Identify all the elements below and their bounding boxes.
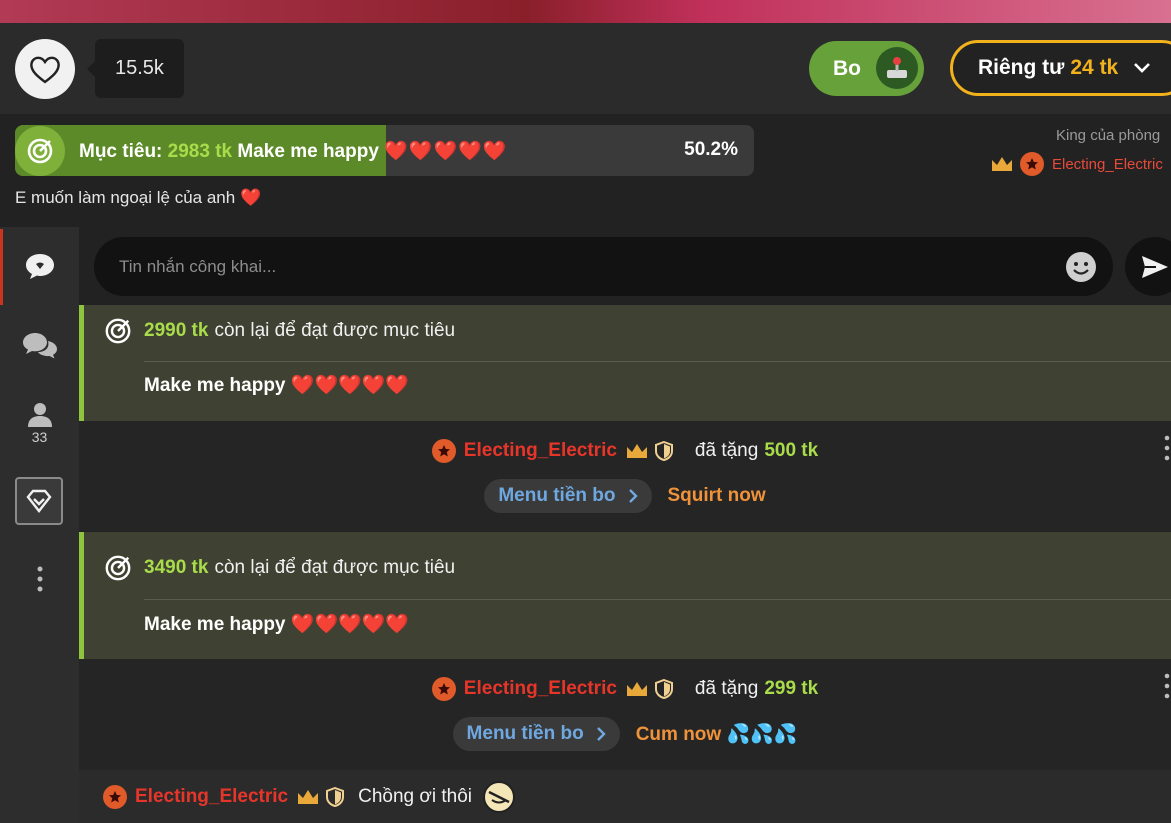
viewers-count: 33 [31, 429, 48, 445]
tipper-username[interactable]: Electing_Electric [464, 678, 617, 700]
gift-diamond-icon [25, 489, 53, 513]
divider [144, 599, 1171, 600]
emoji-icon[interactable] [1065, 251, 1097, 283]
tipper-username[interactable]: Electing_Electric [464, 440, 617, 462]
crown-icon [990, 155, 1014, 173]
sidebar-item-chat[interactable] [0, 241, 79, 291]
shield-icon [654, 441, 673, 461]
goal-percent: 50.2% [684, 139, 738, 160]
sidebar-item-gifts[interactable] [15, 477, 63, 525]
tip-menu-label: Menu tiền bo [498, 485, 616, 506]
private-show-button[interactable]: Riêng tư 24 tk [950, 40, 1171, 96]
shield-icon [326, 786, 345, 807]
target-icon [104, 317, 132, 345]
more-icon[interactable] [1163, 673, 1171, 699]
app-root: 15.5k Bo Riêng tư 24 tk Mục tiêu: 2983 t… [0, 0, 1171, 823]
goal-message-hearts: ❤️❤️❤️❤️❤️ [290, 375, 410, 396]
like-count: 15.5k [87, 39, 184, 98]
goal-message-text: Make me happy [144, 375, 286, 396]
more-icon[interactable] [1163, 435, 1171, 461]
crown-icon [625, 680, 649, 698]
sidebar-more-button[interactable] [0, 564, 79, 594]
tip-gave-text: đã tặng [694, 440, 759, 461]
chevron-down-icon [1132, 61, 1152, 75]
goal-remaining-amount: 2990 tk [144, 320, 209, 341]
goal-subtitle: E muốn làm ngoại lệ của anh ❤️ [15, 188, 261, 208]
user-icon [27, 401, 53, 427]
shield-icon [654, 679, 673, 699]
private-label: Riêng tư [978, 56, 1065, 79]
chat-message-text: Chồng ơi thôi [358, 785, 472, 807]
target-icon [15, 125, 65, 176]
tip-menu-button[interactable]: Menu tiền bo [484, 479, 652, 513]
goal-message-hearts: ❤️❤️❤️❤️❤️ [290, 614, 410, 635]
tip-menu-button[interactable]: Menu tiền bo [452, 717, 620, 751]
chats-icon [21, 330, 59, 360]
private-price: 24 tk [1070, 56, 1119, 79]
crown-icon [625, 442, 649, 460]
goal-message: 2990 tk còn lại để đạt được mục tiêu Mak… [79, 305, 1171, 421]
tip-amount: 299 tk [764, 678, 819, 699]
sidebar: 33 [0, 227, 79, 823]
goal-message-text: Make me happy [144, 614, 286, 635]
star-badge-icon [103, 784, 127, 809]
king-user[interactable]: Electing_Electric [990, 152, 1163, 176]
goal-remaining-text: còn lại để đạt được mục tiêu [214, 320, 456, 341]
chat-input-area [79, 227, 1171, 305]
top-bar: 15.5k Bo Riêng tư 24 tk [0, 23, 1171, 114]
tip-button-label: Bo [833, 56, 861, 80]
video-preview[interactable] [0, 0, 1171, 23]
tip-menu-label: Menu tiền bo [466, 723, 584, 744]
goal-progress-bar: Mục tiêu: 2983 tk Make me happy ❤️❤️❤️❤️… [15, 125, 754, 176]
more-icon [37, 566, 43, 592]
goal-message: 3490 tk còn lại để đạt được mục tiêu Mak… [79, 532, 1171, 659]
goal-amount: 2983 tk [167, 140, 233, 162]
chat-message: Electing_Electric Chồng ơi thôi [79, 770, 1171, 823]
goal-description: Make me happy [237, 140, 379, 162]
star-badge-icon [431, 439, 456, 463]
goal-label: Mục tiêu: [79, 140, 163, 162]
chat-input[interactable] [94, 237, 1113, 296]
tip-amount: 500 tk [764, 440, 819, 461]
star-badge-icon [431, 677, 456, 701]
chat-bubble-icon [24, 251, 56, 281]
tip-button[interactable]: Bo [809, 41, 924, 96]
goal-remaining-text: còn lại để đạt được mục tiêu [214, 557, 456, 578]
goal-remaining-amount: 3490 tk [144, 557, 209, 578]
star-badge-icon [1020, 152, 1044, 176]
divider [144, 361, 1171, 362]
tip-message: Electing_Electric đã tặng 299 tk Menu ti… [79, 659, 1171, 770]
goal-text: Mục tiêu: 2983 tk Make me happy ❤️❤️❤️❤️… [79, 139, 507, 163]
tip-action-text: Cum now 💦💦💦 [635, 724, 798, 745]
tip-action-text: Squirt now [667, 485, 766, 506]
crown-icon [296, 788, 320, 806]
goal-subtitle-text: E muốn làm ngoại lệ của anh [15, 188, 236, 207]
like-button[interactable] [15, 39, 75, 99]
king-username: Electing_Electric [1052, 155, 1163, 173]
tip-gave-text: đã tặng [694, 678, 759, 699]
chevron-right-icon [628, 488, 638, 504]
no-entry-emoji-icon [482, 780, 516, 814]
chat-messages: 2990 tk còn lại để đạt được mục tiêu Mak… [79, 305, 1171, 823]
sidebar-item-private-chats[interactable] [0, 320, 79, 370]
joystick-icon [876, 47, 918, 89]
goal-area: Mục tiêu: 2983 tk Make me happy ❤️❤️❤️❤️… [0, 114, 1171, 227]
heart-icon [28, 54, 62, 84]
goal-subtitle-heart: ❤️ [239, 188, 262, 207]
send-icon [1140, 254, 1170, 280]
goal-hearts: ❤️❤️❤️❤️❤️ [384, 140, 508, 162]
tip-message: Electing_Electric đã tặng 500 tk Menu ti… [79, 421, 1171, 531]
chat-username[interactable]: Electing_Electric [135, 786, 288, 808]
king-label: King của phòng [1056, 127, 1161, 144]
target-icon [104, 554, 132, 582]
send-button[interactable] [1125, 237, 1171, 296]
sidebar-item-viewers[interactable]: 33 [0, 395, 79, 451]
chevron-right-icon [596, 726, 606, 742]
